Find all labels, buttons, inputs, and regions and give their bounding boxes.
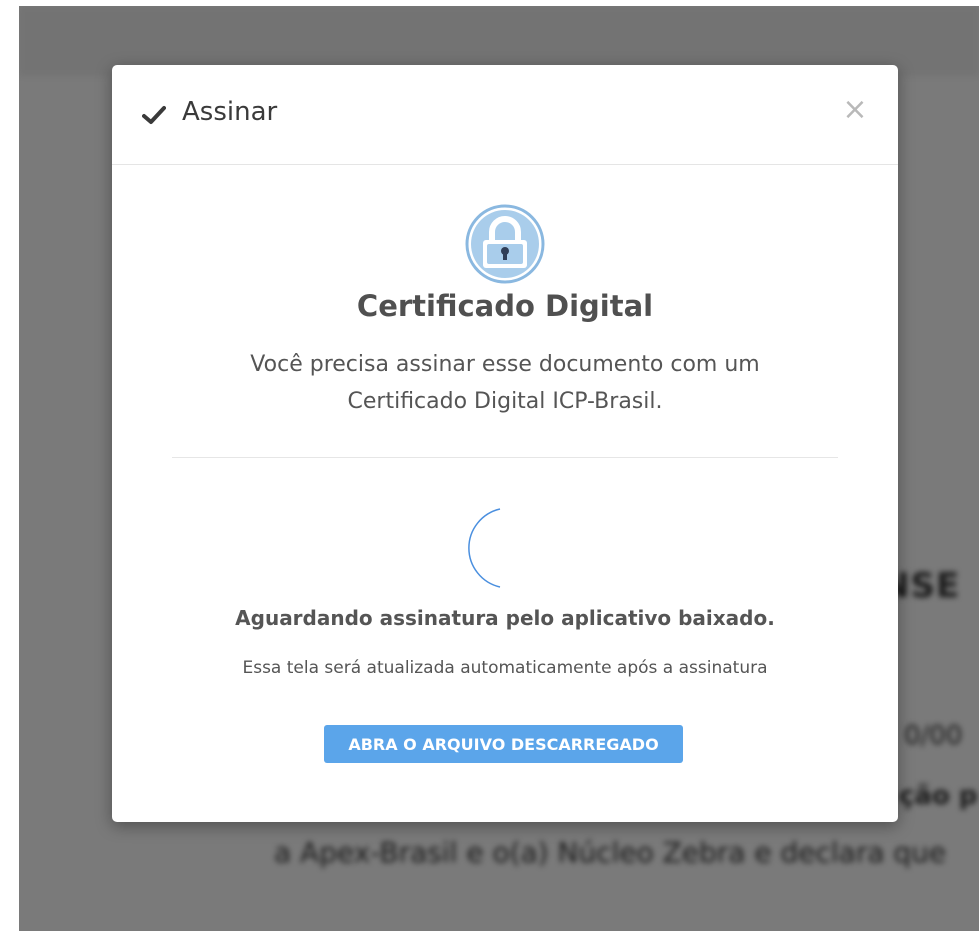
sign-modal: Assinar × Certificado Digital Você preci… <box>112 65 898 822</box>
waiting-status-text: Aguardando assinatura pelo aplicativo ba… <box>235 606 775 630</box>
browser-viewport: NSE 0/00 ção p a Apex-Brasil e o(a) Núcl… <box>19 6 979 931</box>
loading-spinner-icon <box>468 508 501 588</box>
auto-update-notice: Essa tela será atualizada automaticament… <box>242 658 768 678</box>
cert-title: Certificado Digital <box>356 289 654 323</box>
open-downloaded-file-button[interactable]: ABRA O ARQUIVO DESCARREGADO <box>324 725 683 763</box>
modal-title: Assinar <box>182 97 278 127</box>
lock-icon <box>465 204 545 284</box>
modal-header: Assinar × <box>112 65 898 165</box>
check-icon <box>142 106 166 124</box>
cert-description: Você precisa assinar esse documento com … <box>250 352 760 414</box>
divider <box>172 457 838 458</box>
close-icon[interactable]: × <box>842 95 868 125</box>
